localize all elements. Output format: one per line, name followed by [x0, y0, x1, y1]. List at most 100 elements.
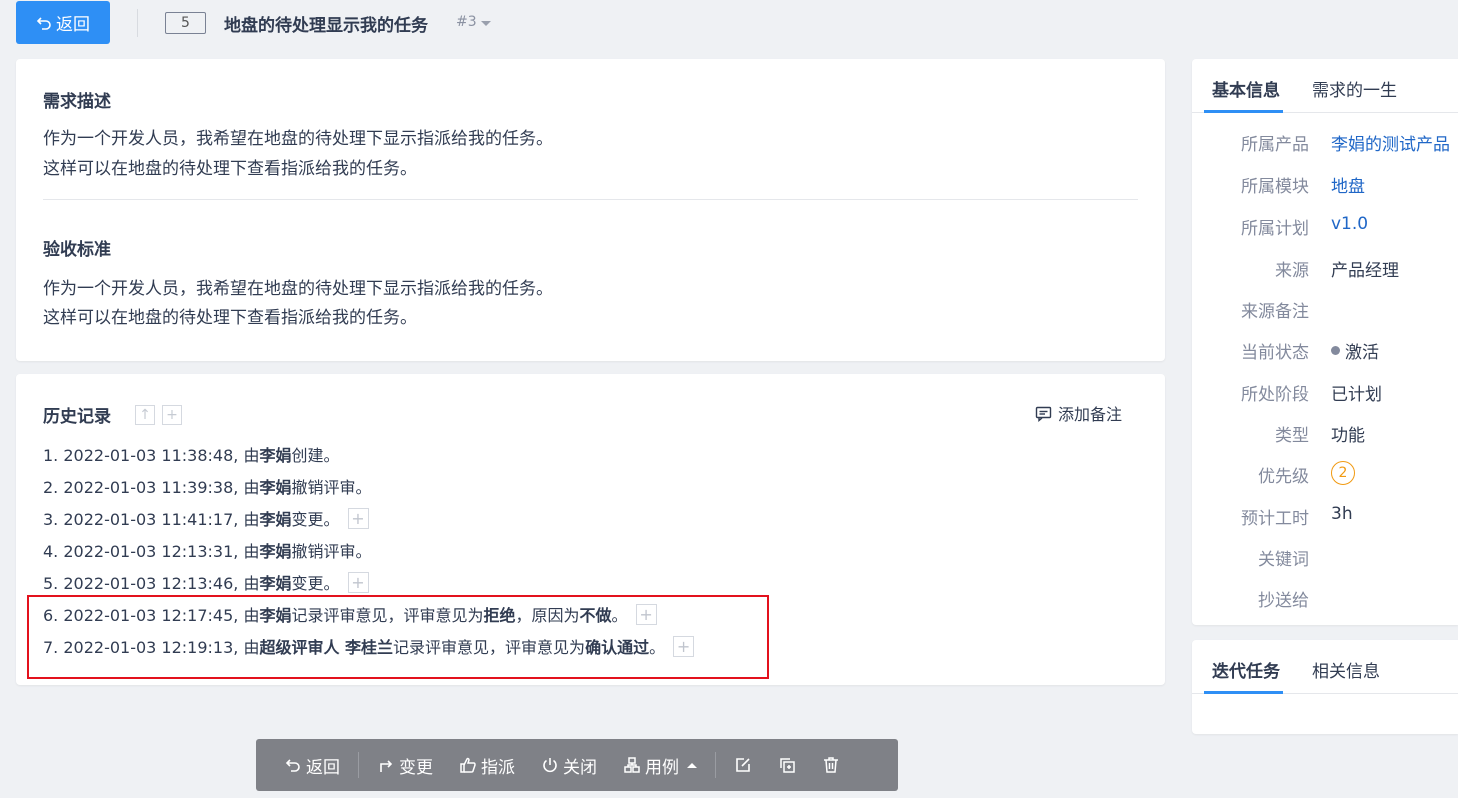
power-icon	[543, 758, 557, 773]
description-panel: 需求描述 作为一个开发人员，我希望在地盘的待处理下显示指派给我的任务。 这样可以…	[16, 59, 1165, 361]
expand-detail-icon[interactable]: +	[347, 571, 369, 593]
change-button[interactable]: 变更	[377, 753, 433, 778]
description-line: 作为一个开发人员，我希望在地盘的待处理下显示指派给我的任务。	[43, 129, 553, 149]
info-row-cc: 抄送给	[1192, 586, 1458, 628]
history-time: 5. 2022-01-03 12:13:46, 由	[43, 574, 260, 593]
acceptance-title: 验收标准	[43, 240, 111, 260]
info-value: 已计划	[1331, 385, 1382, 405]
back-button-label: 返回	[56, 15, 90, 35]
info-label: 所处阶段	[1241, 385, 1309, 405]
history-title: 历史记录	[43, 407, 111, 427]
info-row-module: 所属模块 地盘	[1192, 172, 1458, 214]
history-action: 变更。	[291, 510, 340, 529]
expand-all-icon[interactable]: +	[162, 405, 182, 425]
info-label: 所属计划	[1241, 219, 1309, 239]
product-link[interactable]: 李娟的测试产品	[1331, 130, 1450, 155]
tab-story-life[interactable]: 需求的一生	[1312, 76, 1397, 101]
add-note-label: 添加备注	[1058, 405, 1123, 424]
copy-button[interactable]	[778, 756, 796, 774]
info-row-keywords: 关键词	[1192, 545, 1458, 587]
basic-info-panel: 基本信息 需求的一生 所属产品 李娟的测试产品 所属模块 地盘 所属计划 v1.…	[1192, 59, 1458, 625]
history-actor: 李娟	[259, 478, 292, 497]
info-row-estimate: 预计工时 3h	[1192, 504, 1458, 546]
toolbar-back-label: 返回	[306, 757, 340, 778]
history-time: 4. 2022-01-03 12:13:31, 由	[43, 542, 260, 561]
version-label[interactable]: #3	[456, 14, 477, 30]
add-note-button[interactable]: 添加备注	[1035, 401, 1122, 425]
back-button[interactable]: 返回	[16, 1, 110, 44]
history-time: 3. 2022-01-03 11:41:17, 由	[43, 510, 260, 529]
undo-icon	[36, 16, 51, 30]
delete-button[interactable]	[822, 756, 840, 774]
info-row-priority: 优先级 2	[1192, 461, 1458, 504]
history-action: 撤销评审。	[291, 542, 372, 561]
story-id-badge: 5	[165, 12, 206, 34]
assign-label: 指派	[481, 757, 515, 778]
info-tabs: 基本信息 需求的一生	[1192, 59, 1458, 113]
status-value: 激活	[1331, 338, 1379, 363]
sitemap-icon	[624, 757, 640, 773]
description-title: 需求描述	[43, 92, 111, 112]
active-tab-indicator	[1204, 691, 1283, 694]
toolbar-back-button[interactable]: 返回	[284, 753, 340, 778]
tab-related-info[interactable]: 相关信息	[1312, 657, 1380, 682]
info-value: 3h	[1331, 504, 1353, 524]
assign-button[interactable]: 指派	[459, 753, 515, 778]
info-label: 所属模块	[1241, 177, 1309, 197]
info-label: 所属产品	[1241, 135, 1309, 155]
info-label: 类型	[1275, 426, 1309, 446]
info-row-product: 所属产品 李娟的测试产品	[1192, 130, 1458, 172]
info-label: 来源	[1275, 261, 1309, 281]
history-entry: 1. 2022-01-03 11:38:48, 由 李娟 创建。	[43, 438, 694, 470]
iteration-panel: 迭代任务 相关信息	[1192, 640, 1458, 734]
toolbar-divider	[358, 752, 359, 778]
history-entry: 3. 2022-01-03 11:41:17, 由 李娟 变更。 +	[43, 502, 694, 534]
comment-icon	[1035, 406, 1052, 422]
sort-up-icon[interactable]: ↑	[135, 405, 155, 425]
cases-label: 用例	[645, 757, 679, 778]
info-row-source-note: 来源备注	[1192, 297, 1458, 339]
caret-up-icon	[687, 762, 697, 768]
chevron-down-icon[interactable]	[481, 21, 491, 26]
history-time: 1. 2022-01-03 11:38:48, 由	[43, 446, 260, 465]
info-value: 产品经理	[1331, 261, 1399, 281]
info-label: 抄送给	[1258, 591, 1309, 611]
info-label: 当前状态	[1241, 343, 1309, 363]
info-label: 优先级	[1258, 467, 1309, 487]
history-actor: 李娟	[259, 574, 292, 593]
description-line: 这样可以在地盘的待处理下查看指派给我的任务。	[43, 159, 417, 179]
plan-link[interactable]: v1.0	[1331, 214, 1368, 234]
history-actor: 李娟	[259, 542, 292, 561]
history-time: 2. 2022-01-03 11:39:38, 由	[43, 478, 260, 497]
iteration-tabs: 迭代任务 相关信息	[1192, 640, 1458, 694]
highlight-box-history	[27, 595, 769, 679]
expand-detail-icon[interactable]: +	[347, 507, 369, 529]
edit-button[interactable]	[734, 756, 752, 774]
info-label: 预计工时	[1241, 509, 1309, 529]
history-actor: 李娟	[259, 510, 292, 529]
tab-iteration-tasks[interactable]: 迭代任务	[1212, 657, 1280, 682]
priority-badge: 2	[1331, 461, 1355, 485]
toolbar-divider	[715, 752, 716, 778]
page-title: 地盘的待处理显示我的任务	[224, 16, 428, 36]
history-action: 撤销评审。	[291, 478, 372, 497]
info-label: 关键词	[1258, 550, 1309, 570]
status-dot-icon	[1331, 346, 1340, 355]
top-bar: 返回 5 地盘的待处理显示我的任务 #3	[0, 0, 1458, 46]
copy-icon	[780, 758, 795, 773]
info-row-type: 类型 功能	[1192, 421, 1458, 463]
info-value: 功能	[1331, 426, 1365, 446]
module-link[interactable]: 地盘	[1331, 172, 1365, 197]
cases-dropdown[interactable]: 用例	[623, 753, 697, 778]
tab-basic-info[interactable]: 基本信息	[1212, 76, 1280, 101]
change-label: 变更	[399, 757, 433, 778]
edit-icon	[736, 758, 750, 772]
close-label: 关闭	[563, 757, 597, 778]
history-action: 变更。	[291, 574, 340, 593]
close-button[interactable]: 关闭	[541, 753, 597, 778]
status-text: 激活	[1345, 343, 1379, 363]
action-toolbar: 返回 变更 指派 关闭 用例	[256, 739, 898, 791]
acceptance-line: 作为一个开发人员，我希望在地盘的待处理下显示指派给我的任务。	[43, 279, 553, 299]
acceptance-line: 这样可以在地盘的待处理下查看指派给我的任务。	[43, 308, 417, 328]
history-actor: 李娟	[259, 446, 292, 465]
